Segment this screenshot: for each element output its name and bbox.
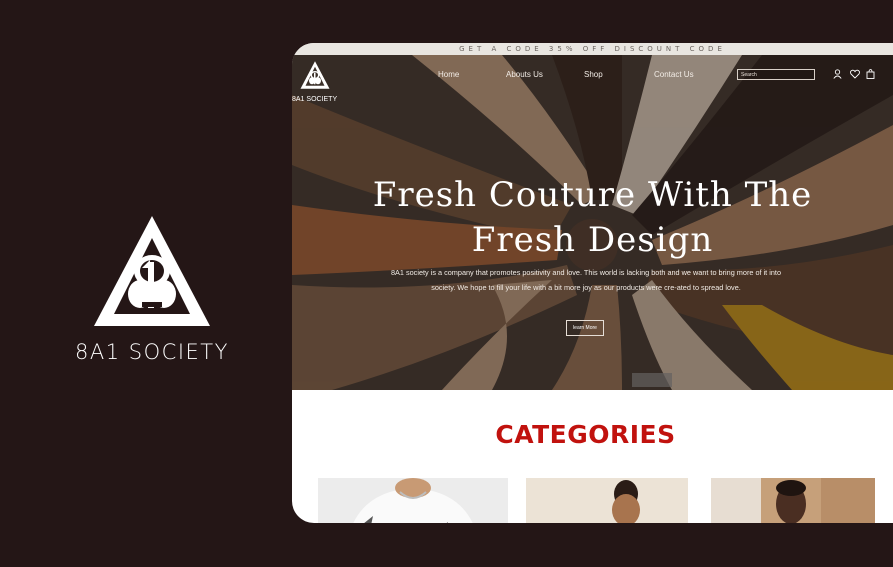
bag-icon[interactable] (866, 69, 875, 79)
category-card-2[interactable] (526, 478, 688, 523)
heart-icon[interactable] (850, 69, 860, 79)
hero-title: Fresh Couture With The Fresh Design (292, 173, 893, 263)
category-card-1[interactable] (318, 478, 508, 523)
site-logo[interactable]: 8A1 SOCIETY (292, 60, 337, 103)
hero-title-line2: Fresh Design (471, 220, 714, 260)
category-image-man (711, 478, 875, 523)
site-nav: 8A1 SOCIETY Home Abouts Us Shop Contact … (292, 55, 893, 105)
nav-contact[interactable]: Contact Us (654, 70, 694, 79)
learn-more-button[interactable]: learn More (566, 320, 604, 336)
hero-section: 8A1 SOCIETY Home Abouts Us Shop Contact … (292, 55, 893, 390)
hero-description: 8A1 society is a company that promotes p… (390, 268, 782, 292)
brand-block: 8A1 SOCIETY (72, 212, 232, 364)
user-icon[interactable] (833, 69, 842, 79)
category-card-3[interactable] (711, 478, 875, 523)
nav-home[interactable]: Home (438, 70, 459, 79)
category-image-woman (526, 478, 688, 523)
brand-name: 8A1 SOCIETY (75, 340, 229, 364)
website-mockup: GET A CODE 35% OFF DISCOUNT CODE 8A1 SOC… (292, 43, 893, 523)
category-image-tshirt (318, 478, 508, 523)
promo-banner[interactable]: GET A CODE 35% OFF DISCOUNT CODE (292, 43, 893, 55)
site-logo-text: 8A1 SOCIETY (292, 96, 338, 103)
triangle-81-logo-icon (94, 216, 210, 326)
search-input[interactable]: Search (737, 69, 815, 80)
nav-about[interactable]: Abouts Us (506, 70, 543, 79)
categories-title: CATEGORIES (495, 420, 676, 449)
hero-title-line1: Fresh Couture With The (372, 175, 813, 215)
triangle-81-logo-icon (300, 61, 329, 89)
nav-shop[interactable]: Shop (584, 70, 603, 79)
